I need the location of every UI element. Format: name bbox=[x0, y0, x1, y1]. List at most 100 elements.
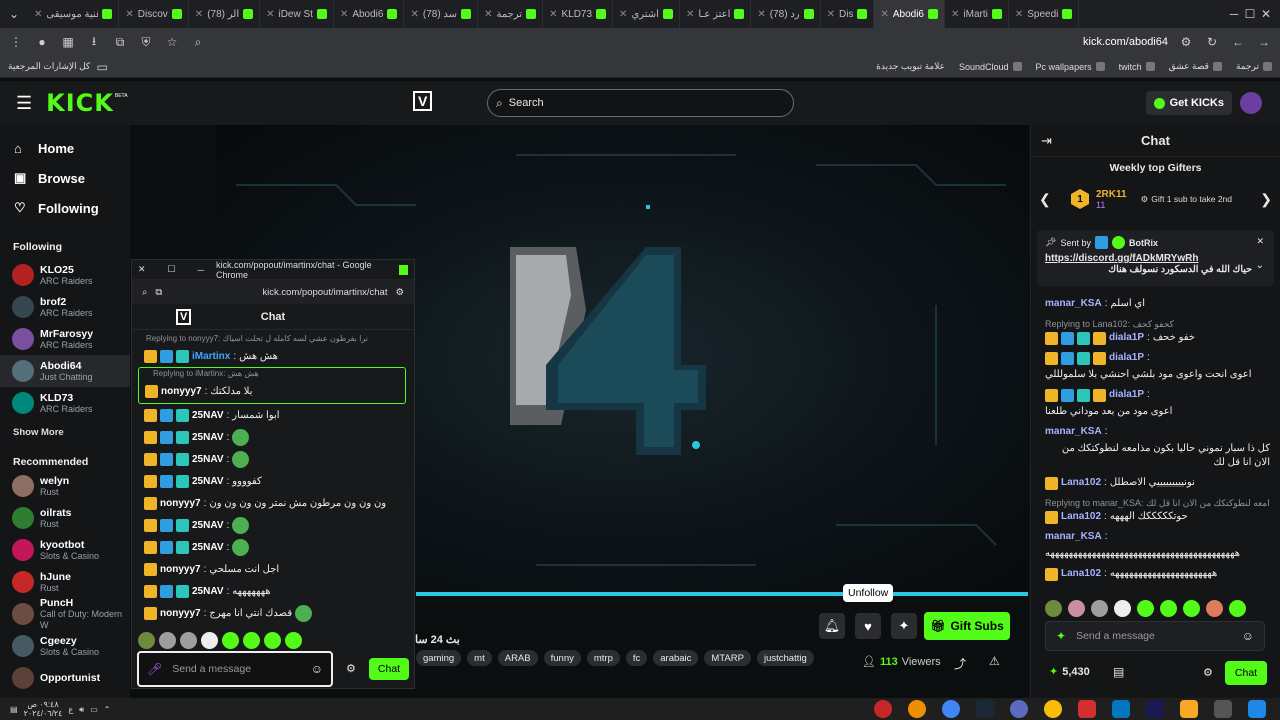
popup-emoji-icon[interactable]: ☺ bbox=[311, 662, 323, 676]
chat-username[interactable]: manar_KSA bbox=[1045, 297, 1102, 311]
browser-tab[interactable]: ✕ اشتري bbox=[613, 0, 680, 28]
taskbar-chrome-icon[interactable] bbox=[942, 700, 960, 718]
popup-zoom-icon[interactable]: ⌕ bbox=[142, 287, 147, 298]
video-progress-bar[interactable] bbox=[416, 592, 1028, 596]
chat-username[interactable]: 25NAV bbox=[192, 542, 224, 553]
share-icon[interactable]: ⤴ bbox=[954, 655, 966, 672]
forward-icon[interactable]: → bbox=[1256, 34, 1272, 50]
sidebar-channel[interactable]: KLD73 ARC Raiders bbox=[0, 387, 130, 419]
browser-tab[interactable]: ✕ اعتز عـا bbox=[680, 0, 752, 28]
browser-tab[interactable]: ✕ (78) الر bbox=[189, 0, 261, 28]
browser-tab[interactable]: ✕ Dis bbox=[821, 0, 875, 28]
browser-tab[interactable]: ✕ Abodi6 bbox=[334, 0, 405, 28]
emote-icon[interactable] bbox=[243, 632, 260, 649]
stream-tag[interactable]: arabaic bbox=[653, 650, 699, 666]
close-window-icon[interactable]: ✕ bbox=[1258, 6, 1274, 22]
shield-icon[interactable]: ⛨ bbox=[138, 34, 154, 50]
emote-icon[interactable] bbox=[285, 632, 302, 649]
emote-icon[interactable] bbox=[1183, 600, 1200, 617]
emote-icon[interactable] bbox=[264, 632, 281, 649]
store-icon[interactable]: ▤ bbox=[1113, 665, 1124, 679]
chat-username[interactable]: nonyyy7 bbox=[161, 386, 202, 397]
tab-close-icon[interactable]: ✕ bbox=[686, 9, 694, 20]
tab-close-icon[interactable]: ✕ bbox=[951, 9, 959, 20]
sparkle-button[interactable]: ✦ bbox=[891, 613, 917, 639]
chat-username[interactable]: 25NAV bbox=[192, 476, 224, 487]
tab-close-icon[interactable]: ✕ bbox=[757, 9, 765, 20]
emote-icon[interactable] bbox=[1068, 600, 1085, 617]
browser-tab[interactable]: ✕ (78) رد bbox=[751, 0, 821, 28]
profile-icon[interactable]: ● bbox=[34, 34, 50, 50]
browser-tab[interactable]: ✕ ترجمة bbox=[478, 0, 544, 28]
nav-browse[interactable]: ▣ Browse bbox=[0, 163, 130, 193]
zoom-icon[interactable]: ⌕ bbox=[190, 34, 206, 50]
sidebar-channel[interactable]: welyn Rust bbox=[0, 470, 130, 502]
stream-tag[interactable]: fc bbox=[625, 650, 648, 666]
nav-following[interactable]: ♡ Following bbox=[0, 193, 130, 223]
tab-close-icon[interactable]: ✕ bbox=[827, 9, 835, 20]
gift-subs-button[interactable]: 🎁︎ Gift Subs bbox=[924, 612, 1010, 640]
chat-message-input[interactable]: ✦ Send a message ☺ bbox=[1045, 621, 1265, 651]
show-more-link[interactable]: Show More bbox=[0, 427, 130, 438]
emote-icon[interactable] bbox=[1137, 600, 1154, 617]
taskbar-chrome-icon[interactable] bbox=[1044, 700, 1062, 718]
sidebar-channel[interactable]: Opportunist bbox=[0, 662, 130, 694]
tab-close-icon[interactable]: ✕ bbox=[410, 9, 418, 20]
browser-tab[interactable]: ✕ (78) سد bbox=[404, 0, 479, 28]
browser-tab[interactable]: ✕ Speedi bbox=[1009, 0, 1080, 28]
emote-icon[interactable] bbox=[1206, 600, 1223, 617]
chat-username[interactable]: 25NAV bbox=[192, 432, 224, 443]
site-info-icon[interactable]: ⚙ bbox=[1178, 34, 1194, 50]
taskbar-app-icon[interactable] bbox=[1010, 700, 1028, 718]
browser-tab[interactable]: ✕ Discov bbox=[119, 0, 189, 28]
emote-icon[interactable] bbox=[1045, 600, 1062, 617]
bookmark-item[interactable]: twitch bbox=[1119, 61, 1155, 72]
chat-username[interactable]: 25NAV bbox=[192, 454, 224, 465]
kick-logo[interactable]: KICK bbox=[46, 89, 114, 117]
emoji-icon[interactable]: ☺ bbox=[1242, 629, 1254, 643]
taskbar-app-icon[interactable] bbox=[908, 700, 926, 718]
popup-cast-icon[interactable]: ⧉ bbox=[155, 287, 162, 298]
minimize-icon[interactable]: ─ bbox=[1226, 6, 1242, 22]
report-icon[interactable]: ⚠ bbox=[989, 654, 1000, 668]
chat-username[interactable]: 25NAV bbox=[192, 520, 224, 531]
popup-maximize-icon[interactable]: ☐ bbox=[168, 264, 176, 275]
taskbar-steam-icon[interactable] bbox=[976, 700, 994, 718]
sidebar-channel[interactable]: hJune Rust bbox=[0, 566, 130, 598]
stream-tag[interactable]: ARAB bbox=[497, 650, 538, 666]
emote-icon[interactable] bbox=[222, 632, 239, 649]
chat-username[interactable]: 25NAV bbox=[192, 410, 224, 421]
prev-gifter-icon[interactable]: ❮ bbox=[1039, 191, 1051, 208]
emote-icon[interactable] bbox=[1091, 600, 1108, 617]
browser-tab[interactable]: ✕ Abodi6 bbox=[874, 0, 945, 28]
url-field[interactable]: kick.com/abodi64 bbox=[1083, 36, 1168, 48]
emote-icon[interactable] bbox=[1229, 600, 1246, 617]
taskbar-vscode-icon[interactable] bbox=[1112, 700, 1130, 718]
chat-settings-icon[interactable]: ⚙ bbox=[1203, 666, 1213, 679]
bookmark-item[interactable]: Pc wallpapers bbox=[1036, 61, 1105, 72]
kicks-balance[interactable]: ✦ 5,430 bbox=[1049, 665, 1090, 679]
emote-icon[interactable] bbox=[138, 632, 155, 649]
chat-username[interactable]: manar_KSA bbox=[1045, 425, 1102, 439]
user-avatar[interactable] bbox=[1240, 92, 1262, 114]
sidebar-channel[interactable]: oilrats Rust bbox=[0, 502, 130, 534]
tab-close-icon[interactable]: ✕ bbox=[266, 9, 274, 20]
bookmark-item[interactable]: ترجمة bbox=[1236, 61, 1272, 72]
reload-icon[interactable]: ↻ bbox=[1204, 34, 1220, 50]
stream-tag[interactable]: mt bbox=[467, 650, 492, 666]
search-box[interactable]: ⌕ Search bbox=[487, 89, 794, 117]
chat-username[interactable]: iMartinx bbox=[192, 351, 230, 362]
chat-username[interactable]: diala1P bbox=[1109, 331, 1144, 345]
popup-chat-button[interactable]: Chat bbox=[369, 658, 409, 680]
next-gifter-icon[interactable]: ❯ bbox=[1260, 191, 1272, 208]
taskbar-app-icon[interactable] bbox=[1214, 700, 1232, 718]
notification-icon[interactable]: ▤ bbox=[10, 705, 18, 714]
popup-close-icon[interactable]: ✕ bbox=[138, 264, 146, 275]
taskbar-app-icon[interactable] bbox=[1078, 700, 1096, 718]
pinned-link[interactable]: https://discord.gg/fADkMRYwRh bbox=[1045, 253, 1199, 264]
tray-chevron-icon[interactable]: ⌃ bbox=[104, 705, 111, 714]
chat-send-button[interactable]: Chat bbox=[1225, 661, 1267, 685]
taskbar-app-icon[interactable] bbox=[874, 700, 892, 718]
hamburger-menu-icon[interactable]: ☰ bbox=[16, 93, 32, 114]
extensions-icon[interactable]: ▦ bbox=[60, 34, 76, 50]
